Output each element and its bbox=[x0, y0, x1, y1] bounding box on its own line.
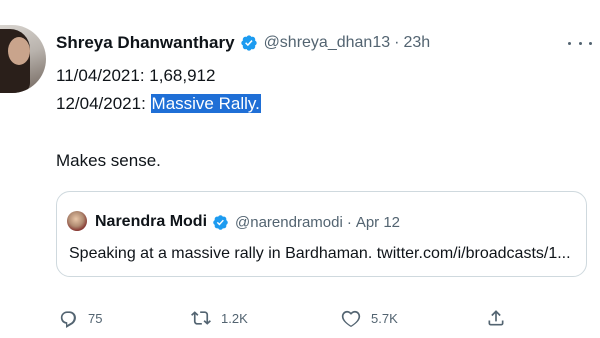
reply-icon bbox=[60, 311, 76, 328]
quoted-tweet-timestamp: Apr 12 bbox=[355, 213, 401, 231]
quoted-tweet[interactable]: Narendra Modi @narendramodi · Apr 12 Spe… bbox=[56, 191, 587, 277]
more-dot bbox=[568, 41, 571, 45]
tweet-card[interactable]: Shreya Dhanwanthary @shreya_dhan13 · 23h… bbox=[0, 0, 600, 338]
retweet-count: 1.2K bbox=[221, 310, 248, 326]
quoted-tweet-text: Speaking at a massive rally in Bardhaman… bbox=[69, 245, 571, 262]
verified-badge-icon bbox=[240, 35, 257, 51]
quoted-author-avatar bbox=[67, 211, 87, 231]
more-options-icon[interactable] bbox=[568, 34, 592, 52]
share-icon bbox=[488, 310, 504, 326]
retweet-button[interactable]: 1.2K bbox=[191, 306, 248, 330]
like-icon bbox=[341, 310, 361, 328]
tweet-text-line-2: 12/04/2021: Massive Rally. bbox=[56, 94, 261, 114]
tweet-text-line-2-prefix: 12/04/2021: bbox=[56, 94, 151, 113]
share-button[interactable] bbox=[486, 306, 516, 330]
author-handle[interactable]: @shreya_dhan13 bbox=[264, 34, 391, 52]
tweet-timestamp[interactable]: 23h bbox=[403, 34, 430, 52]
quoted-author-handle: @narendramodi bbox=[235, 213, 343, 231]
like-button[interactable]: 5.7K bbox=[341, 306, 398, 330]
quoted-header-separator: · bbox=[346, 213, 352, 231]
header-separator: · bbox=[394, 34, 400, 51]
retweet-icon bbox=[191, 311, 211, 325]
more-dot bbox=[589, 41, 592, 45]
more-dot bbox=[578, 41, 582, 45]
tweet-text-line-3: Makes sense. bbox=[56, 151, 161, 170]
reply-button[interactable]: 75 bbox=[58, 306, 102, 330]
tweet-action-bar: 75 1.2K 5.7K bbox=[0, 306, 600, 330]
tweet-text-line-1: 11/04/2021: 1,68,912 bbox=[56, 66, 216, 85]
like-count: 5.7K bbox=[371, 310, 398, 326]
verified-badge-icon bbox=[213, 214, 228, 230]
tweet-header: Shreya Dhanwanthary @shreya_dhan13 · 23h bbox=[56, 31, 430, 55]
selected-text-highlight: Massive Rally. bbox=[150, 94, 261, 113]
author-name[interactable]: Shreya Dhanwanthary bbox=[56, 33, 235, 53]
author-avatar[interactable] bbox=[0, 25, 46, 93]
avatar-face bbox=[8, 37, 30, 65]
quoted-tweet-header: Narendra Modi @narendramodi · Apr 12 bbox=[95, 211, 400, 233]
quoted-author-name: Narendra Modi bbox=[95, 213, 208, 230]
reply-count: 75 bbox=[88, 310, 103, 326]
